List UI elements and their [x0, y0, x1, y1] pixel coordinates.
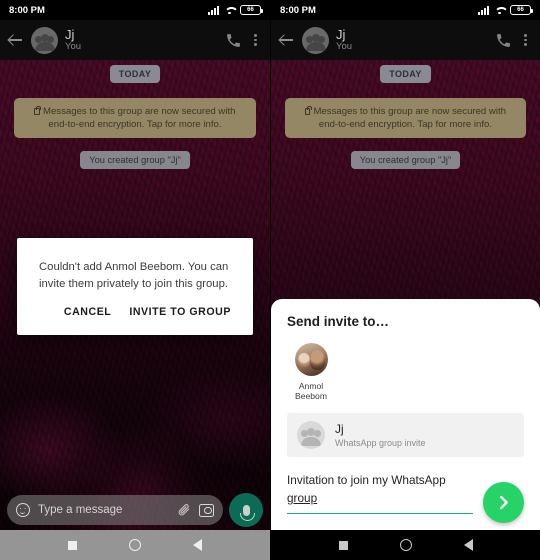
phone-call-icon[interactable] — [225, 32, 242, 49]
message-input-box[interactable]: Type a message — [7, 495, 223, 525]
send-row: Invitation to join my WhatsApp group — [287, 457, 524, 530]
signal-icon — [478, 5, 489, 15]
status-bar-icons: 66 — [208, 5, 263, 15]
wifi-icon — [494, 6, 505, 15]
app-bar-titles[interactable]: Jj You — [65, 28, 218, 53]
contact-item[interactable]: Anmol Beebom — [287, 342, 335, 402]
invite-message-prefix: Invitation to join my WhatsApp — [287, 473, 446, 487]
android-nav-bar — [271, 530, 540, 560]
invite-to-group-button[interactable]: INVITE TO GROUP — [129, 306, 231, 318]
encryption-notice-text: Messages to this group are now secured w… — [313, 106, 506, 131]
overflow-menu-icon[interactable] — [249, 34, 262, 46]
circle-home-icon[interactable] — [129, 539, 141, 551]
send-arrow-icon — [499, 495, 508, 510]
encryption-notice-text: Messages to this group are now secured w… — [42, 106, 236, 131]
microphone-icon — [239, 504, 255, 521]
status-bar-time: 8:00 PM — [9, 4, 45, 16]
paperclip-icon[interactable] — [177, 502, 191, 518]
page-title: Jj — [65, 26, 75, 42]
app-bar-titles[interactable]: Jj You — [336, 28, 488, 53]
invite-message-field[interactable]: Invitation to join my WhatsApp group — [287, 471, 473, 514]
app-bar: Jj You — [0, 20, 270, 60]
cannot-add-dialog: Couldn't add Anmol Beebom. You can invit… — [17, 238, 253, 336]
left-phone-screen: 8:00 PM 66 Jj You TODAY Messages to this… — [0, 0, 270, 560]
battery-icon: 66 — [240, 5, 263, 15]
contact-name-line1: Anmol — [298, 380, 324, 391]
group-invite-text: Jj WhatsApp group invite — [335, 422, 426, 449]
contact-name-line2: Beebom — [294, 391, 327, 402]
status-bar: 8:00 PM 66 — [0, 0, 270, 20]
triangle-back-icon[interactable] — [463, 539, 473, 551]
battery-icon: 66 — [510, 5, 533, 15]
square-recents-icon[interactable] — [68, 540, 77, 550]
group-invite-subtitle: WhatsApp group invite — [335, 437, 426, 448]
camera-icon[interactable] — [199, 503, 214, 517]
page-title: Jj — [336, 26, 346, 42]
invite-message-value: Invitation to join my WhatsApp group — [287, 473, 446, 505]
status-bar-icons: 66 — [478, 5, 533, 15]
dialog-message: Couldn't add Anmol Beebom. You can invit… — [39, 261, 229, 290]
app-bar-subtitle: You — [336, 41, 353, 53]
smiley-icon[interactable] — [16, 503, 30, 517]
group-invite-title: Jj — [335, 421, 344, 436]
chat-messages: TODAY Messages to this group are now sec… — [0, 60, 270, 170]
send-button[interactable] — [483, 482, 524, 523]
back-arrow-icon[interactable] — [279, 32, 295, 48]
invite-message-underlined: group — [287, 491, 318, 505]
lock-icon — [34, 105, 41, 115]
status-bar: 8:00 PM 66 — [271, 0, 540, 20]
group-avatar — [297, 421, 325, 449]
chat-messages: TODAY Messages to this group are now sec… — [271, 60, 540, 170]
date-chip: TODAY — [380, 65, 431, 83]
app-bar: Jj You — [271, 20, 540, 60]
right-phone-screen: 8:00 PM 66 Jj You TODAY Messages to this… — [270, 0, 540, 560]
date-chip: TODAY — [109, 65, 161, 83]
square-recents-icon[interactable] — [338, 540, 348, 550]
dialog-actions: CANCEL INVITE TO GROUP — [39, 292, 231, 329]
encryption-notice[interactable]: Messages to this group are now secured w… — [14, 98, 256, 139]
system-message: You created group "Jj" — [80, 151, 190, 170]
send-invite-sheet: Send invite to… Anmol Beebom Jj WhatsApp… — [271, 298, 540, 530]
group-avatar[interactable] — [302, 26, 329, 54]
contact-photo-avatar — [294, 342, 328, 376]
microphone-button[interactable] — [229, 493, 263, 527]
message-input-bar: Type a message — [0, 490, 270, 530]
screenshot-stage: 8:00 PM 66 Jj You TODAY Messages to this… — [0, 0, 540, 560]
sheet-title: Send invite to… — [287, 313, 390, 329]
encryption-notice[interactable]: Messages to this group are now secured w… — [285, 98, 526, 139]
triangle-back-icon[interactable] — [193, 539, 202, 551]
message-input-placeholder[interactable]: Type a message — [38, 504, 169, 516]
phone-call-icon[interactable] — [495, 32, 512, 49]
back-arrow-icon[interactable] — [8, 32, 24, 48]
signal-icon — [208, 5, 219, 15]
status-bar-time: 8:00 PM — [280, 4, 316, 16]
overflow-menu-icon[interactable] — [519, 34, 532, 46]
app-bar-subtitle: You — [65, 41, 82, 53]
android-nav-bar — [0, 530, 270, 560]
group-invite-row[interactable]: Jj WhatsApp group invite — [287, 413, 524, 457]
cancel-button[interactable]: CANCEL — [64, 306, 111, 318]
wifi-icon — [224, 6, 235, 15]
group-avatar[interactable] — [31, 26, 58, 54]
circle-home-icon[interactable] — [399, 539, 412, 551]
system-message: You created group "Jj" — [350, 151, 461, 170]
lock-icon — [304, 105, 312, 115]
contact-name: Anmol Beebom — [287, 381, 335, 402]
